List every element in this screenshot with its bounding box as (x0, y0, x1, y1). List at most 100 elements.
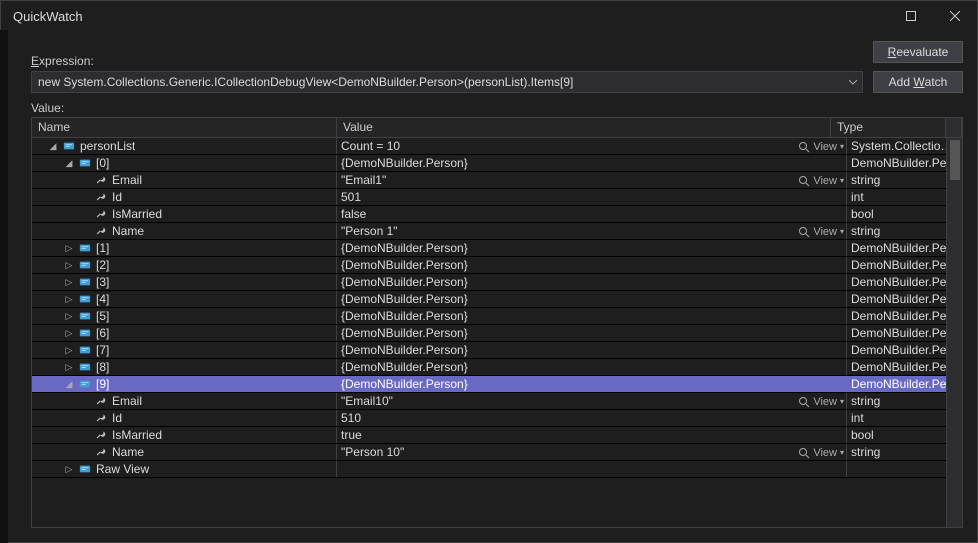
expand-icon[interactable]: ▷ (64, 328, 74, 338)
table-row[interactable]: ▷[1]{DemoNBuilder.Person}DemoNBuilder.Pe… (32, 240, 962, 257)
table-row[interactable]: Name"Person 1"View ▾string (32, 223, 962, 240)
value-cell[interactable]: {DemoNBuilder.Person} (337, 274, 847, 290)
close-button[interactable] (933, 1, 977, 31)
value-cell[interactable]: "Email10"View ▾ (337, 393, 847, 409)
value-cell[interactable]: {DemoNBuilder.Person} (337, 376, 847, 392)
table-row[interactable]: IsMarriedfalsebool (32, 206, 962, 223)
scrollbar-thumb[interactable] (950, 140, 960, 180)
table-row[interactable]: Id510int (32, 410, 962, 427)
expand-icon[interactable]: ▷ (64, 243, 74, 253)
value-cell[interactable]: Count = 10 View ▾ (337, 138, 847, 154)
expand-icon[interactable]: ▷ (64, 294, 74, 304)
row-type: DemoNBuilder.Pe... (851, 360, 957, 374)
value-cell[interactable]: 501 (337, 189, 847, 205)
vertical-scrollbar[interactable] (946, 138, 962, 527)
column-header-type[interactable]: Type (831, 118, 946, 137)
grid-body: ◢personListCount = 10View ▾System.Collec… (32, 138, 962, 527)
name-cell[interactable]: Id (32, 410, 337, 426)
name-cell[interactable]: ▷[4] (32, 291, 337, 307)
reevaluate-button[interactable]: Reevaluate (873, 41, 963, 63)
table-row[interactable]: Id501int (32, 189, 962, 206)
expand-icon[interactable]: ▷ (64, 362, 74, 372)
name-cell[interactable]: ▷[8] (32, 359, 337, 375)
table-row[interactable]: ▷Raw View (32, 461, 962, 478)
name-cell[interactable]: IsMarried (32, 427, 337, 443)
table-row[interactable]: Name"Person 10"View ▾string (32, 444, 962, 461)
value-cell[interactable]: "Person 1"View ▾ (337, 223, 847, 239)
table-row[interactable]: ▷[6]{DemoNBuilder.Person}DemoNBuilder.Pe… (32, 325, 962, 342)
row-value: Count = 10 (341, 139, 400, 153)
table-row[interactable]: ▷[5]{DemoNBuilder.Person}DemoNBuilder.Pe… (32, 308, 962, 325)
value-cell[interactable] (337, 461, 847, 477)
row-value: 510 (341, 411, 361, 425)
row-value: {DemoNBuilder.Person} (341, 326, 468, 340)
name-cell[interactable]: ▷[5] (32, 308, 337, 324)
value-cell[interactable]: {DemoNBuilder.Person} (337, 240, 847, 256)
name-cell[interactable]: ◢ personList (32, 138, 337, 154)
table-row[interactable]: IsMarriedtruebool (32, 427, 962, 444)
name-cell[interactable]: ▷[2] (32, 257, 337, 273)
value-cell[interactable]: {DemoNBuilder.Person} (337, 291, 847, 307)
maximize-button[interactable] (889, 1, 933, 31)
value-cell[interactable]: false (337, 206, 847, 222)
name-cell[interactable]: ▷[7] (32, 342, 337, 358)
value-cell[interactable]: {DemoNBuilder.Person} (337, 257, 847, 273)
name-cell[interactable]: ▷Raw View (32, 461, 337, 477)
expression-dropdown-icon[interactable] (844, 72, 862, 92)
table-row[interactable]: ◢personListCount = 10View ▾System.Collec… (32, 138, 962, 155)
view-visualizer-button[interactable]: View ▾ (798, 223, 844, 239)
table-row[interactable]: ▷[2]{DemoNBuilder.Person} DemoNBuilder.Pe… (32, 257, 962, 274)
table-row[interactable]: ▷[7]{DemoNBuilder.Person}DemoNBuilder.Pe… (32, 342, 962, 359)
name-cell[interactable]: Email (32, 172, 337, 188)
table-row[interactable]: Email"Email1"View ▾string (32, 172, 962, 189)
value-cell[interactable]: {DemoNBuilder.Person} (337, 325, 847, 341)
collapse-icon[interactable]: ◢ (64, 379, 74, 389)
value-cell[interactable]: {DemoNBuilder.Person} (337, 359, 847, 375)
value-cell[interactable]: {DemoNBuilder.Person} (337, 342, 847, 358)
name-cell[interactable]: Id (32, 189, 337, 205)
expand-icon[interactable]: ▷ (64, 311, 74, 321)
table-row[interactable]: ▷[8]{DemoNBuilder.Person} DemoNBuilder.Pe… (32, 359, 962, 376)
value-cell[interactable]: {DemoNBuilder.Person} (337, 308, 847, 324)
name-cell[interactable]: ▷[3] (32, 274, 337, 290)
name-cell[interactable]: Name (32, 223, 337, 239)
add-watch-button[interactable]: Add Watch (873, 71, 963, 93)
name-cell[interactable]: ◢[9] (32, 376, 337, 392)
collapse-icon[interactable]: ◢ (64, 158, 74, 168)
name-cell[interactable]: ▷[1] (32, 240, 337, 256)
table-row[interactable]: Email"Email10"View ▾string (32, 393, 962, 410)
name-cell[interactable]: ◢[0] (32, 155, 337, 171)
row-value: "Person 10" (341, 445, 404, 459)
view-visualizer-button[interactable]: View ▾ (798, 393, 844, 409)
expand-icon[interactable]: ▷ (64, 277, 74, 287)
view-visualizer-button[interactable]: View ▾ (798, 444, 844, 460)
expand-icon[interactable]: ▷ (64, 345, 74, 355)
row-name: personList (80, 139, 135, 153)
table-row[interactable]: ◢[9]{DemoNBuilder.Person}DemoNBuilder.Pe… (32, 376, 962, 393)
value-cell[interactable]: "Email1"View ▾ (337, 172, 847, 188)
expand-icon[interactable]: ▷ (64, 260, 74, 270)
expression-label: Expression: (31, 54, 863, 68)
table-row[interactable]: ▷[3]{DemoNBuilder.Person}DemoNBuilder.Pe… (32, 274, 962, 291)
object-icon (78, 293, 92, 305)
table-row[interactable]: ▷[4]{DemoNBuilder.Person}DemoNBuilder.Pe… (32, 291, 962, 308)
value-cell[interactable]: {DemoNBuilder.Person} (337, 155, 847, 171)
row-type: DemoNBuilder.Pe... (851, 258, 957, 272)
expression-input[interactable] (32, 72, 844, 92)
table-row[interactable]: ◢[0]{DemoNBuilder.Person}DemoNBuilder.Pe… (32, 155, 962, 172)
value-cell[interactable]: true (337, 427, 847, 443)
view-visualizer-button[interactable]: View ▾ (798, 138, 844, 154)
name-cell[interactable]: IsMarried (32, 206, 337, 222)
column-header-value[interactable]: Value (337, 118, 831, 137)
collapse-icon[interactable]: ◢ (48, 141, 58, 151)
name-cell[interactable]: Email (32, 393, 337, 409)
column-header-name[interactable]: Name (32, 118, 337, 137)
name-cell[interactable]: Name (32, 444, 337, 460)
view-visualizer-button[interactable]: View ▾ (798, 172, 844, 188)
value-cell[interactable]: 510 (337, 410, 847, 426)
type-cell: DemoNBuilder.Pe... (847, 342, 962, 358)
expand-icon[interactable]: ▷ (64, 464, 74, 474)
name-cell[interactable]: ▷[6] (32, 325, 337, 341)
row-name: IsMarried (112, 428, 162, 442)
value-cell[interactable]: "Person 10" View ▾ (337, 444, 847, 460)
